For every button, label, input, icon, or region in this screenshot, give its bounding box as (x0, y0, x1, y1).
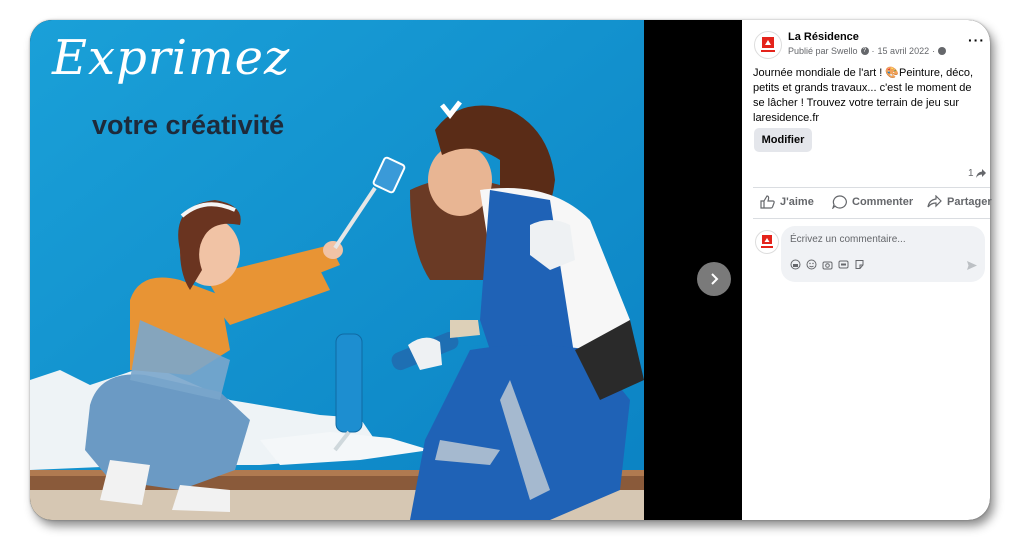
send-icon[interactable] (966, 260, 978, 271)
page-avatar[interactable] (754, 31, 782, 59)
emoji-icon[interactable] (806, 259, 817, 270)
gif-icon[interactable] (838, 259, 849, 270)
share-count[interactable]: 1 (968, 168, 986, 179)
share-icon (975, 169, 986, 178)
meta-separator: · (871, 46, 875, 56)
published-by[interactable]: Publié par Swello (788, 46, 858, 56)
comment-button[interactable]: Commenter (832, 195, 913, 209)
thumbs-up-icon (760, 195, 775, 209)
post-photo[interactable]: Exprimez votre créativité (30, 20, 644, 520)
divider (753, 218, 990, 219)
chevron-right-icon (711, 273, 719, 285)
la-residence-logo-icon (761, 37, 775, 52)
next-photo-button[interactable] (697, 262, 731, 296)
like-button[interactable]: J'aime (760, 195, 814, 209)
avatar-sticker-icon[interactable] (790, 259, 801, 270)
sticker-icon[interactable] (854, 259, 865, 270)
edit-button[interactable]: Modifier (754, 128, 812, 152)
post-meta: Publié par Swello ? · 15 avril 2022 · (788, 46, 947, 56)
share-button[interactable]: Partager (927, 195, 992, 208)
info-icon: ? (860, 47, 869, 55)
post-text: Journée mondiale de l'art ! 🎨Peinture, d… (753, 67, 974, 124)
comment-icon (832, 195, 847, 209)
composer-tools (790, 259, 865, 270)
camera-icon[interactable] (822, 259, 833, 270)
comment-input[interactable]: Écrivez un commentaire... (790, 234, 906, 245)
page-name[interactable]: La Résidence (788, 31, 859, 43)
painting-scene-image (30, 20, 644, 520)
more-options-icon[interactable]: ··· (968, 32, 985, 48)
post-date[interactable]: 15 avril 2022 (878, 46, 930, 56)
commenter-avatar[interactable] (755, 230, 779, 254)
la-residence-logo-icon (761, 235, 773, 248)
globe-icon (938, 47, 947, 55)
headline-script: Exprimez (52, 30, 291, 86)
meta-separator: · (932, 46, 936, 56)
headline-bold: votre créativité (92, 110, 285, 140)
divider (753, 187, 990, 188)
share-arrow-icon (927, 195, 942, 208)
